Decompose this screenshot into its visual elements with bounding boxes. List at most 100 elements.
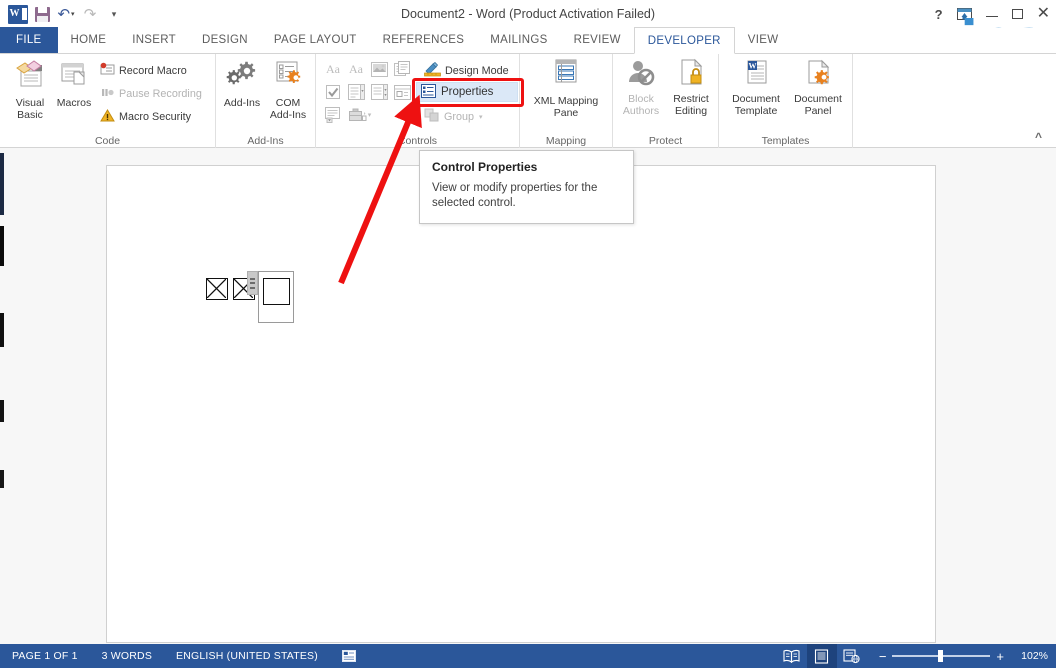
macro-security-label: Macro Security bbox=[119, 111, 191, 123]
tab-insert[interactable]: INSERT bbox=[119, 27, 189, 53]
tab-references[interactable]: REFERENCES bbox=[370, 27, 478, 53]
check-box-control-1[interactable] bbox=[206, 278, 228, 300]
document-template-button[interactable]: W Document Template bbox=[725, 58, 787, 117]
group-button: Group ▾ bbox=[424, 108, 483, 126]
close-icon[interactable]: ✕ bbox=[1037, 6, 1050, 22]
ribbon-display-options-icon[interactable] bbox=[957, 8, 972, 20]
macro-security-icon bbox=[100, 108, 115, 126]
plain-text-content-control-icon[interactable]: Aa bbox=[345, 58, 367, 80]
check-box-control-3[interactable] bbox=[263, 278, 290, 305]
view-print-layout-button[interactable] bbox=[807, 644, 837, 668]
tab-review[interactable]: REVIEW bbox=[561, 27, 634, 53]
tab-view[interactable]: VIEW bbox=[735, 27, 792, 53]
content-control-drag-handle[interactable] bbox=[247, 271, 258, 295]
ribbon-group-addins: Add-Ins COM A bbox=[216, 54, 316, 148]
design-mode-label: Design Mode bbox=[445, 65, 509, 77]
add-ins-label: Add-Ins bbox=[224, 97, 260, 109]
zoom-slider[interactable]: − + bbox=[879, 650, 1004, 663]
ribbon-group-mapping: XML Mapping Pane Mapping bbox=[520, 54, 613, 148]
add-ins-button[interactable]: Add-Ins bbox=[216, 58, 268, 109]
view-read-mode-button[interactable] bbox=[777, 644, 807, 668]
block-authors-label-1: Block bbox=[628, 93, 654, 105]
title-bar: W ↶ ▾ ↷ ▾ Document2 - Word (Product Acti… bbox=[0, 0, 1056, 28]
com-add-ins-button[interactable]: COM Add-Ins bbox=[262, 58, 314, 121]
collapse-ribbon-icon[interactable]: ^ bbox=[1035, 131, 1042, 143]
tab-mailings[interactable]: MAILINGS bbox=[477, 27, 560, 53]
picture-content-control-icon[interactable] bbox=[368, 58, 390, 80]
status-bar-right: − + 102% bbox=[777, 644, 1048, 668]
window-controls: ? ✕ bbox=[935, 0, 1050, 28]
block-authors-button: Block Authors bbox=[615, 58, 667, 117]
block-authors-icon bbox=[624, 58, 658, 91]
status-language[interactable]: ENGLISH (UNITED STATES) bbox=[164, 650, 330, 662]
document-page[interactable] bbox=[106, 165, 936, 643]
pause-recording-icon bbox=[100, 85, 115, 103]
status-bar: PAGE 1 OF 1 3 WORDS ENGLISH (UNITED STAT… bbox=[0, 644, 1056, 668]
tooltip-body: View or modify properties for the select… bbox=[432, 181, 621, 211]
building-block-gallery-content-control-icon[interactable] bbox=[391, 58, 413, 80]
rich-text-content-control-icon[interactable]: Aa bbox=[322, 58, 344, 80]
status-word-count[interactable]: 3 WORDS bbox=[90, 650, 164, 662]
zoom-level-label[interactable]: 102% bbox=[1014, 650, 1048, 662]
tab-home[interactable]: HOME bbox=[58, 27, 120, 53]
restrict-editing-label-1: Restrict bbox=[673, 93, 709, 105]
ribbon-group-templates: W Document Template Document Panel bbox=[719, 54, 853, 148]
document-panel-button[interactable]: Document Panel bbox=[787, 58, 849, 117]
zoom-in-button[interactable]: + bbox=[996, 650, 1004, 663]
tab-file[interactable]: FILE bbox=[0, 27, 58, 53]
record-macro-label: Record Macro bbox=[119, 65, 187, 77]
legacy-tools-dropdown-icon[interactable]: ▾ bbox=[368, 111, 372, 119]
pause-recording-label: Pause Recording bbox=[119, 88, 202, 100]
minimize-icon[interactable] bbox=[986, 8, 998, 21]
xml-mapping-pane-label-2: Pane bbox=[554, 107, 579, 119]
zoom-out-button[interactable]: − bbox=[879, 650, 887, 663]
xml-mapping-pane-label-1: XML Mapping bbox=[534, 95, 598, 107]
record-macro-button[interactable]: Record Macro bbox=[100, 62, 187, 80]
help-icon[interactable]: ? bbox=[935, 8, 943, 21]
combo-box-content-control-icon[interactable] bbox=[345, 81, 367, 103]
xml-mapping-pane-icon bbox=[549, 58, 583, 93]
zoom-slider-thumb[interactable] bbox=[938, 650, 943, 662]
check-box-content-control-icon[interactable] bbox=[322, 81, 344, 103]
window-edge-artifact-1 bbox=[0, 153, 4, 215]
com-add-ins-label-1: COM bbox=[276, 97, 301, 109]
group-label-templates: Templates bbox=[719, 135, 852, 147]
restrict-editing-button[interactable]: Restrict Editing bbox=[665, 58, 717, 117]
macros-button[interactable]: Macros bbox=[48, 58, 100, 109]
document-panel-label-1: Document bbox=[794, 93, 842, 105]
ribbon-group-protect: Block Authors Restrict Editing Protect bbox=[613, 54, 719, 148]
tab-page-layout[interactable]: PAGE LAYOUT bbox=[261, 27, 370, 53]
legacy-tools-icon[interactable]: ▾ bbox=[345, 104, 375, 126]
tab-developer[interactable]: DEVELOPER bbox=[634, 27, 735, 54]
properties-highlight-annotation bbox=[412, 78, 524, 107]
pause-recording-button: Pause Recording bbox=[100, 85, 202, 103]
restrict-editing-icon bbox=[674, 58, 708, 91]
proofing-errors-icon[interactable] bbox=[330, 649, 369, 663]
restrict-editing-label-2: Editing bbox=[675, 105, 707, 117]
block-authors-label-2: Authors bbox=[623, 105, 659, 117]
maximize-icon[interactable] bbox=[1012, 8, 1023, 21]
com-add-ins-label-2: Add-Ins bbox=[270, 109, 306, 121]
word-application-window: W ↶ ▾ ↷ ▾ Document2 - Word (Product Acti… bbox=[0, 0, 1056, 668]
document-template-label-1: Document bbox=[732, 93, 780, 105]
xml-mapping-pane-button[interactable]: XML Mapping Pane bbox=[528, 58, 604, 119]
date-picker-content-control-icon[interactable] bbox=[391, 81, 413, 103]
macros-icon bbox=[57, 58, 91, 95]
group-icon bbox=[424, 108, 440, 126]
ribbon-group-code: Visual Basic Macros bbox=[0, 54, 216, 148]
tab-design[interactable]: DESIGN bbox=[189, 27, 261, 53]
view-web-layout-button[interactable] bbox=[837, 644, 867, 668]
repeating-section-content-control-icon[interactable] bbox=[322, 104, 344, 126]
macro-security-button[interactable]: Macro Security bbox=[100, 108, 191, 126]
ribbon-tab-strip: FILE HOME INSERT DESIGN PAGE LAYOUT REFE… bbox=[0, 28, 1056, 54]
record-macro-icon bbox=[100, 62, 115, 80]
add-ins-icon bbox=[225, 58, 259, 95]
group-label: Group bbox=[444, 111, 474, 123]
ribbon-group-controls: Aa Aa bbox=[316, 54, 520, 148]
macros-label: Macros bbox=[57, 97, 91, 109]
zoom-slider-track[interactable] bbox=[892, 655, 990, 657]
status-page-number[interactable]: PAGE 1 OF 1 bbox=[0, 650, 90, 662]
window-edge-artifact-4 bbox=[0, 400, 4, 422]
group-dropdown-icon: ▾ bbox=[479, 113, 483, 121]
drop-down-list-content-control-icon[interactable] bbox=[368, 81, 390, 103]
